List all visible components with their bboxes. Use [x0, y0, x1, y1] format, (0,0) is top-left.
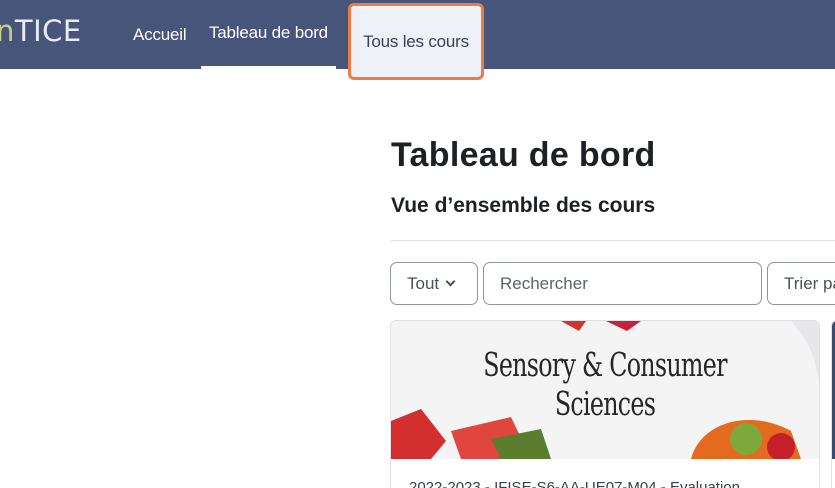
- nav-tableau-de-bord[interactable]: Tableau de bord: [201, 0, 336, 69]
- sort-label: Trier pa: [784, 273, 835, 293]
- top-navbar: nTICE Accueil Tableau de bord Tous les c…: [0, 0, 835, 80]
- site-logo[interactable]: nTICE: [0, 14, 82, 48]
- page-title: Tableau de bord: [391, 136, 656, 174]
- chevron-down-icon: [445, 276, 456, 287]
- nav-tous-les-cours[interactable]: Tous les cours: [348, 3, 484, 80]
- course-meta[interactable]: 2022-2023 - IFISE-S6-AA-UE07-M04 - Evalu…: [409, 479, 740, 488]
- sort-select[interactable]: Trier pa: [767, 262, 835, 305]
- section-title: Vue d’ensemble des cours: [391, 194, 656, 217]
- course-image[interactable]: Sensory & Consumer Sciences: [391, 321, 819, 459]
- course-image-title: Sensory & Consumer Sciences: [483, 345, 727, 423]
- course-card[interactable]: Sensory & Consumer Sciences 2022-2023 - …: [390, 320, 820, 488]
- search-input[interactable]: [483, 262, 762, 305]
- status-filter-label: Tout: [407, 273, 440, 293]
- status-filter-select[interactable]: Tout: [390, 262, 478, 305]
- nav-accueil[interactable]: Accueil: [133, 0, 187, 69]
- course-card-partial[interactable]: [831, 320, 835, 488]
- divider: [391, 240, 835, 241]
